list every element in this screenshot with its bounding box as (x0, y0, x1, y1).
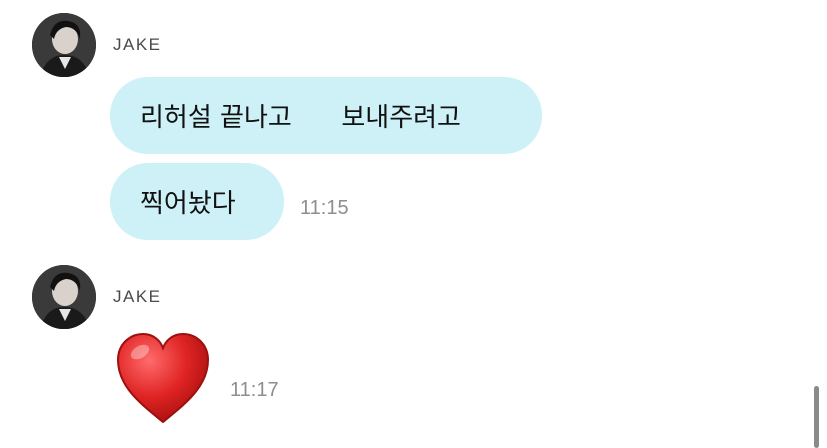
sender-name: JAKE (113, 287, 162, 306)
message-bubble[interactable]: 리허설 끝나고 보내주려고 (110, 77, 542, 154)
heart-emoji-icon[interactable] (114, 332, 212, 424)
scrollbar[interactable] (814, 386, 819, 448)
sender-name: JAKE (113, 35, 162, 54)
avatar-jake-2[interactable] (32, 265, 96, 329)
profile-photo-icon (32, 13, 96, 77)
avatar-jake-1[interactable] (32, 13, 96, 77)
message-timestamp: 11:17 (230, 379, 279, 401)
profile-photo-icon (32, 265, 96, 329)
message-timestamp: 11:15 (300, 197, 349, 219)
message-bubble[interactable]: 찍어놨다 (110, 163, 284, 240)
